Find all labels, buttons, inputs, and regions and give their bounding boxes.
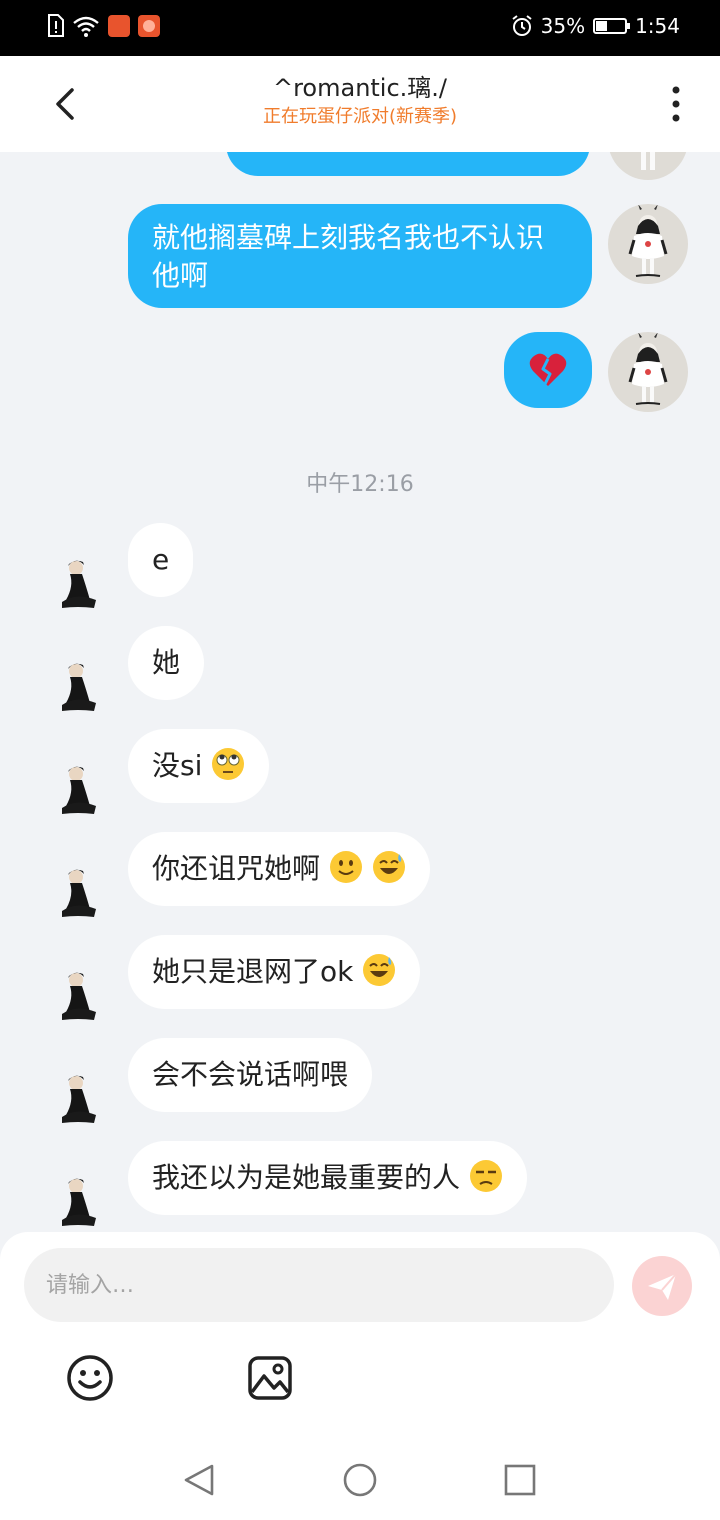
- tomato-app-icon: [138, 15, 160, 37]
- eye-roll-emoji: [212, 748, 245, 780]
- contact-avatar[interactable]: [56, 1071, 120, 1135]
- contact-avatar[interactable]: [56, 968, 120, 1032]
- outgoing-message-partial: [226, 152, 590, 176]
- message-text: 我还以为是她最重要的人: [152, 1161, 461, 1194]
- slight-smile-emoji: [329, 851, 362, 883]
- incoming-message[interactable]: 我还以为是她最重要的人: [128, 1141, 527, 1215]
- incoming-message[interactable]: 她只是退网了ok: [128, 935, 421, 1009]
- unamused-emoji: [469, 1160, 502, 1192]
- alarm-icon: [512, 15, 532, 36]
- message-text: e: [152, 543, 170, 576]
- broken-heart-emoji: [529, 353, 567, 386]
- message-timestamp: 中午12:16: [306, 472, 414, 497]
- clock: 1:54: [635, 14, 680, 38]
- nav-recents-icon[interactable]: [502, 1462, 538, 1498]
- incoming-message[interactable]: e: [128, 523, 194, 597]
- incoming-message[interactable]: 你还诅咒她啊: [128, 832, 430, 906]
- message-list[interactable]: 就他搁墓碑上刻我名我也不认识他啊 中午12:16 e 她 没si 你还诅咒她啊 …: [0, 152, 720, 1232]
- self-avatar[interactable]: [608, 152, 688, 180]
- message-text: 你还诅咒她啊: [152, 852, 321, 885]
- contact-avatar[interactable]: [56, 659, 120, 723]
- message-text: 就他搁墓碑上刻我名我也不认识他啊: [152, 221, 545, 292]
- app-notification-icon: [108, 15, 130, 37]
- status-bar: 35% 1:54: [0, 0, 720, 56]
- contact-avatar[interactable]: [56, 556, 120, 620]
- nav-home-icon[interactable]: [342, 1462, 378, 1498]
- emoji-picker-icon[interactable]: [66, 1354, 114, 1402]
- contact-avatar[interactable]: [56, 865, 120, 929]
- message-input[interactable]: [24, 1248, 614, 1322]
- contact-avatar[interactable]: [56, 1174, 120, 1232]
- message-text: 她只是退网了ok: [152, 955, 354, 988]
- contact-name: ^romantic.璃./: [272, 74, 448, 102]
- incoming-message[interactable]: 会不会说话啊喂: [128, 1038, 373, 1112]
- wifi-icon: [73, 16, 99, 37]
- sweat-smile-emoji: [372, 851, 405, 883]
- incoming-message[interactable]: 没si: [128, 729, 270, 803]
- send-button[interactable]: [632, 1256, 692, 1316]
- nav-back-icon[interactable]: [182, 1462, 218, 1498]
- self-avatar[interactable]: [608, 204, 688, 284]
- send-icon: [648, 1273, 677, 1300]
- sweat-smile-emoji: [363, 954, 396, 986]
- chat-header: ^romantic.璃./ 正在玩蛋仔派对(新赛季): [0, 56, 720, 152]
- battery-percent: 35%: [540, 14, 586, 38]
- sim-alert-icon: [48, 14, 64, 37]
- contact-avatar[interactable]: [56, 762, 120, 826]
- input-panel: [0, 1232, 720, 1440]
- battery-icon: [593, 18, 631, 34]
- message-text: 会不会说话啊喂: [152, 1058, 349, 1091]
- message-text: 没si: [152, 749, 203, 782]
- more-options-icon[interactable]: [666, 84, 686, 124]
- incoming-message[interactable]: 她: [128, 626, 205, 700]
- contact-status: 正在玩蛋仔派对(新赛季): [262, 106, 458, 127]
- back-button[interactable]: [46, 84, 86, 124]
- image-picker-icon[interactable]: [246, 1354, 294, 1402]
- outgoing-message[interactable]: [504, 332, 592, 408]
- self-avatar[interactable]: [608, 332, 688, 412]
- outgoing-message[interactable]: 就他搁墓碑上刻我名我也不认识他啊: [128, 204, 592, 308]
- system-nav-bar: [0, 1440, 720, 1520]
- message-text: 她: [152, 646, 181, 679]
